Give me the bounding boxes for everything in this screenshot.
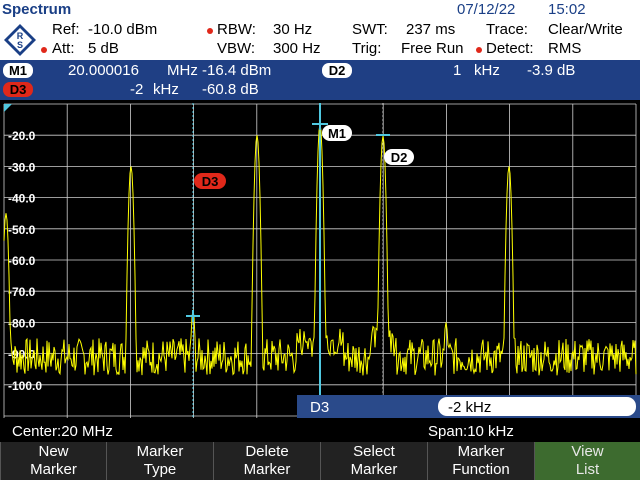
rbw-value: 30 Hz (273, 21, 313, 38)
svg-text:D2: D2 (391, 150, 408, 165)
spectrum-plot[interactable]: -20.0-30.0-40.0-50.0-60.0-70.0-80.0-90.0… (0, 100, 640, 420)
input-label: D3 (310, 399, 329, 416)
y-tick-label: -40.0 (8, 192, 36, 206)
softkey-line1: View (571, 443, 604, 460)
ref-value: -10.0 dBm (88, 21, 158, 38)
softkey-line2: Type (143, 461, 177, 478)
y-tick-label: -20.0 (8, 129, 36, 143)
d3-plot-label[interactable]: D3 (194, 173, 226, 189)
detect-status-dot (476, 47, 482, 53)
softkey-line2: Marker (350, 461, 398, 478)
date-display: 07/12/22 (457, 1, 516, 18)
d2-plot-label[interactable]: D2 (384, 149, 414, 165)
softkey-line1: Select (353, 443, 395, 460)
trace-value: Clear/Write (548, 21, 623, 38)
delete-marker-softkey[interactable]: Delete Marker (213, 442, 320, 480)
ref-label: Ref: (52, 21, 80, 38)
detect-value: RMS (548, 40, 582, 57)
svg-text:M1: M1 (328, 126, 346, 141)
m1-frequency: 20.000016 (68, 62, 139, 79)
svg-text:S: S (17, 40, 23, 50)
rs-logo-icon: R S (4, 24, 36, 56)
m1-tag[interactable]: M1 (3, 63, 33, 78)
swt-label: SWT: (352, 21, 388, 38)
m1-frequency-unit: MHz (167, 62, 198, 79)
input-value: -2 kHz (448, 399, 491, 416)
trig-value: Free Run (401, 40, 464, 57)
d3-marker-symbol (186, 310, 200, 322)
d3-level: -60.8 dB (202, 81, 259, 98)
y-tick-label: -80.0 (8, 316, 36, 330)
softkey-line2: Marker (243, 461, 291, 478)
title-bar: Spectrum 07/12/22 15:02 (0, 0, 640, 19)
trace-label: Trace: (486, 21, 528, 38)
select-marker-softkey[interactable]: Select Marker (320, 442, 427, 480)
frequency-bar: Center:20 MHz Span:10 kHz (0, 420, 640, 442)
softkey-line1: Delete (245, 443, 289, 460)
rbw-status-dot (207, 28, 213, 34)
app-title: Spectrum (2, 1, 72, 18)
d3-tag[interactable]: D3 (3, 82, 33, 97)
settings-panel: R S Ref: -10.0 dBm Att: 5 dB RBW: 30 Hz … (0, 19, 640, 60)
softkey-line2: Function (452, 461, 510, 478)
view-list-softkey[interactable]: View List (534, 442, 640, 480)
span-frequency: Span:10 kHz (428, 423, 514, 440)
d2-tag[interactable]: D2 (322, 63, 352, 78)
d2-level: -3.9 dB (527, 62, 576, 79)
d3-frequency-unit: kHz (153, 81, 179, 98)
y-tick-label: -100.0 (8, 379, 42, 393)
softkey-line1: New (38, 443, 69, 460)
marker-info-panel: M1 20.000016 MHz -16.4 dBm D2 1 kHz -3.9… (0, 60, 640, 100)
rbw-label: RBW: (217, 21, 256, 38)
detect-label: Detect: (486, 40, 534, 57)
y-tick-label: -70.0 (8, 285, 36, 299)
y-tick-label: -60.0 (8, 254, 36, 268)
vbw-value: 300 Hz (273, 40, 321, 57)
new-marker-softkey[interactable]: New Marker (0, 442, 106, 480)
vbw-label: VBW: (217, 40, 256, 57)
d2-frequency-unit: kHz (474, 62, 500, 79)
marker-input-box[interactable]: D3 -2 kHz (297, 395, 640, 418)
att-label: Att: (52, 40, 75, 57)
svg-text:D3: D3 (202, 174, 219, 189)
y-tick-label: -30.0 (8, 160, 36, 174)
att-value: 5 dB (88, 40, 119, 57)
m1-level: -16.4 dBm (202, 62, 272, 79)
att-status-dot (41, 47, 47, 53)
softkey-line1: Marker (136, 443, 184, 460)
d2-frequency: 1 (453, 62, 462, 79)
time-display: 15:02 (548, 1, 586, 18)
marker-function-softkey[interactable]: Marker Function (427, 442, 534, 480)
d3-frequency: -2 (130, 81, 144, 98)
softkey-line1: Marker (457, 443, 505, 460)
ref-level-indicator-icon (4, 104, 12, 112)
trig-label: Trig: (352, 40, 382, 57)
softkey-bar: New Marker Marker Type Delete Marker Sel… (0, 442, 640, 480)
swt-value: 237 ms (406, 21, 456, 38)
softkey-line2: Marker (30, 461, 77, 478)
marker-type-softkey[interactable]: Marker Type (106, 442, 213, 480)
softkey-line2: List (575, 461, 600, 478)
y-tick-label: -50.0 (8, 223, 36, 237)
m1-plot-label[interactable]: M1 (322, 125, 352, 141)
center-frequency: Center:20 MHz (12, 423, 113, 440)
